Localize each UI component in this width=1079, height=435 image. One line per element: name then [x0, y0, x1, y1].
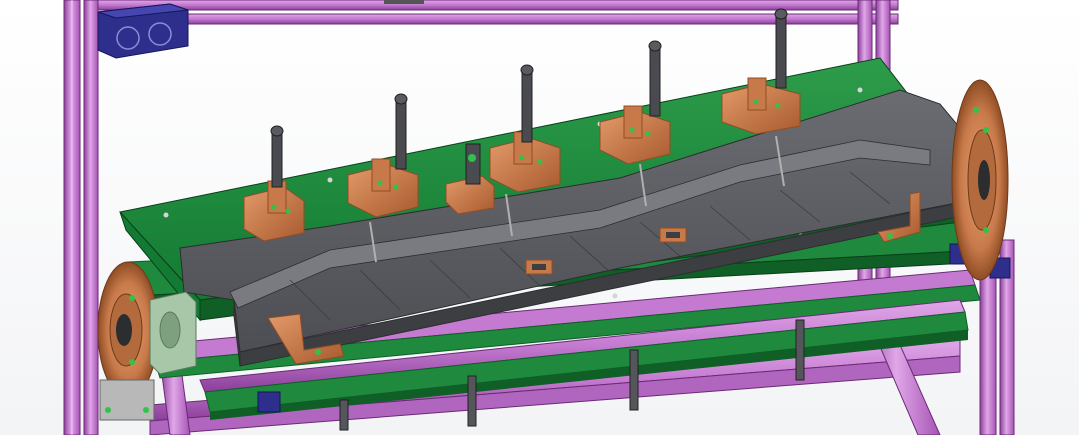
cad-viewport[interactable] — [0, 0, 1079, 435]
toggle-clamp-icon — [271, 130, 283, 188]
fixture-model-render — [63, 0, 1015, 435]
rotary-disc-right[interactable] — [951, 79, 1009, 281]
blue-connector-block — [97, 3, 189, 59]
bolt-icon — [271, 204, 277, 210]
rotary-disc-left[interactable] — [97, 261, 159, 399]
toggle-clamp[interactable] — [721, 8, 801, 135]
frame-column-left — [63, 0, 99, 435]
top-bracket — [384, 0, 424, 4]
toggle-clamp[interactable] — [599, 40, 671, 165]
